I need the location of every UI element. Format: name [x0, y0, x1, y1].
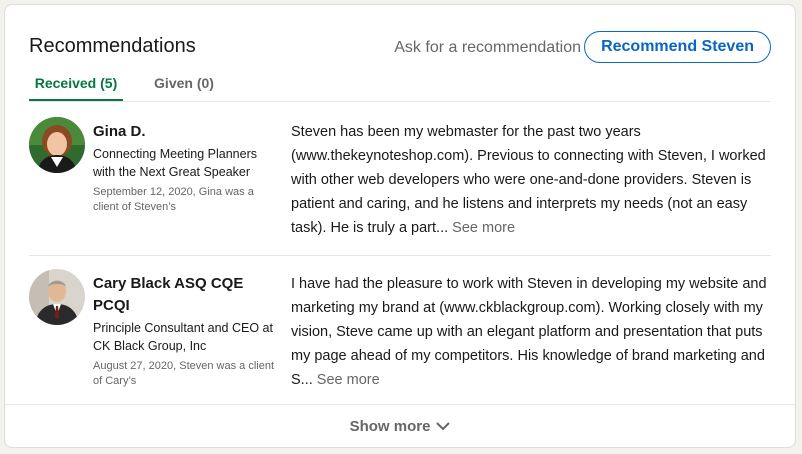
recommendation-item: Cary Black ASQ CQE PCQI Principle Consul…: [29, 269, 771, 419]
section-title: Recommendations: [29, 35, 196, 57]
recommender-headline: Principle Consultant and CEO at CK Black…: [93, 321, 273, 353]
ask-recommendation-link[interactable]: Ask for a recommendation: [394, 39, 581, 57]
recommendation-tabs: Received (5) Given (0): [29, 71, 771, 102]
see-more-link[interactable]: See more: [317, 372, 380, 388]
recommendation-date: August 27, 2020, Steven was a client of …: [93, 360, 275, 387]
avatar[interactable]: [29, 269, 85, 325]
recommend-button[interactable]: Recommend Steven: [584, 31, 771, 63]
recommendations-card: Recommendations Ask for a recommendation…: [4, 4, 796, 448]
recommendations-header: Recommendations Ask for a recommendation…: [29, 31, 771, 67]
show-more-label: Show more: [349, 417, 431, 435]
recommendation-text: I have had the pleasure to work with Ste…: [291, 272, 775, 392]
recommender-name[interactable]: Cary Black ASQ CQE PCQI: [93, 273, 275, 317]
tab-received[interactable]: Received (5): [29, 75, 123, 101]
see-more-link[interactable]: See more: [452, 220, 515, 236]
recommender-info: Gina D. Connecting Meeting Planners with…: [93, 121, 275, 215]
avatar[interactable]: [29, 117, 85, 173]
show-more-button[interactable]: Show more: [5, 404, 795, 447]
tab-given[interactable]: Given (0): [149, 75, 219, 101]
recommendation-item: Gina D. Connecting Meeting Planners with…: [29, 117, 771, 256]
chevron-down-icon: [436, 418, 451, 435]
recommender-headline: Connecting Meeting Planners with the Nex…: [93, 147, 257, 179]
recommender-info: Cary Black ASQ CQE PCQI Principle Consul…: [93, 273, 275, 389]
recommender-name[interactable]: Gina D.: [93, 121, 275, 143]
recommendation-text: Steven has been my webmaster for the pas…: [291, 120, 775, 240]
recommendation-body: Steven has been my webmaster for the pas…: [291, 124, 766, 236]
recommendation-date: September 12, 2020, Gina was a client of…: [93, 186, 254, 213]
